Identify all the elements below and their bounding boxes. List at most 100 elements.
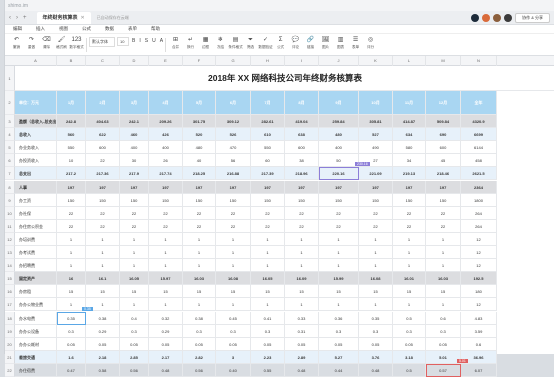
- table-cell[interactable]: 22: [183, 206, 216, 220]
- table-cell[interactable]: 1: [149, 298, 183, 312]
- row-header[interactable]: 5: [5, 141, 15, 155]
- table-cell[interactable]: 16.03: [426, 272, 461, 286]
- table-cell[interactable]: 197: [251, 180, 285, 194]
- table-cell[interactable]: 1: [120, 259, 149, 273]
- table-cell[interactable]: 3.59: [461, 324, 497, 338]
- menu-item[interactable]: 帮助: [151, 26, 160, 32]
- table-cell[interactable]: 264: [461, 206, 497, 220]
- table-cell[interactable]: 550: [251, 141, 285, 155]
- table-cell[interactable]: 0.33: [285, 311, 319, 325]
- table-cell[interactable]: 22: [216, 219, 251, 233]
- image-button[interactable]: 🖼 图片: [318, 36, 333, 50]
- table-cell[interactable]: 0.05: [149, 337, 183, 351]
- table-cell[interactable]: 634: [393, 128, 426, 142]
- formula-button[interactable]: Σ 公式: [273, 36, 288, 50]
- table-cell[interactable]: 520: [183, 128, 216, 142]
- row-header[interactable]: 22: [5, 363, 15, 377]
- avatar[interactable]: [493, 14, 502, 22]
- table-cell[interactable]: 0.3: [393, 324, 426, 338]
- table-cell[interactable]: 0.05: [359, 337, 393, 351]
- table-cell[interactable]: 22: [149, 206, 183, 220]
- table-cell[interactable]: 1: [285, 298, 319, 312]
- table-cell[interactable]: 0.4: [120, 311, 149, 325]
- row-label[interactable]: 办住房公积金: [15, 219, 57, 233]
- row-header[interactable]: 11: [5, 219, 15, 233]
- clear-button[interactable]: ⌫ 清除: [39, 36, 54, 50]
- table-cell[interactable]: 218.96: [285, 167, 319, 181]
- menu-item[interactable]: 数据: [105, 26, 114, 32]
- table-cell[interactable]: 22: [426, 219, 461, 233]
- border-button[interactable]: ▦ 边框: [198, 36, 213, 50]
- table-cell[interactable]: 480: [319, 128, 359, 142]
- table-cell[interactable]: 1: [426, 232, 461, 246]
- row-header[interactable]: 14: [5, 259, 15, 273]
- table-cell[interactable]: 1: [86, 259, 120, 273]
- table-cell[interactable]: 12: [461, 232, 497, 246]
- table-cell[interactable]: 4320.9: [461, 115, 497, 129]
- table-cell[interactable]: 150: [393, 193, 426, 207]
- row-header[interactable]: 8: [5, 180, 15, 194]
- table-cell[interactable]: 2.23: [251, 350, 285, 364]
- table-cell[interactable]: 426: [149, 128, 183, 142]
- row-header[interactable]: 20: [5, 337, 15, 351]
- table-cell[interactable]: 2.18: [86, 350, 120, 364]
- table-cell[interactable]: 0.45: [216, 311, 251, 325]
- table-cell[interactable]: 15: [183, 285, 216, 299]
- table-cell[interactable]: 22: [393, 219, 426, 233]
- table-cell[interactable]: 220.16: [319, 167, 359, 181]
- table-cell[interactable]: 150: [359, 193, 393, 207]
- row-label[interactable]: 办房租: [15, 285, 57, 299]
- back-icon[interactable]: ‹: [9, 15, 11, 21]
- table-cell[interactable]: 0.05: [393, 337, 426, 351]
- table-cell[interactable]: 1: [149, 246, 183, 260]
- row-header[interactable]: 19: [5, 324, 15, 338]
- header-cell[interactable]: 3月: [120, 91, 149, 115]
- table-cell[interactable]: 5.27: [319, 350, 359, 364]
- table-cell[interactable]: 15.97: [149, 272, 183, 286]
- table-cell[interactable]: 15: [359, 285, 393, 299]
- table-cell[interactable]: 1: [393, 259, 426, 273]
- table-cell[interactable]: 3.18: [393, 350, 426, 364]
- table-cell[interactable]: 10: [57, 154, 86, 168]
- table-cell[interactable]: 1: [216, 298, 251, 312]
- table-cell[interactable]: 16.08: [216, 272, 251, 286]
- table-cell[interactable]: 150: [319, 193, 359, 207]
- row-label[interactable]: 办办公耗材: [15, 337, 57, 351]
- table-cell[interactable]: 5.01: [426, 350, 461, 364]
- table-cell[interactable]: 0.05: [183, 337, 216, 351]
- table-cell[interactable]: 1: [216, 232, 251, 246]
- redo-button[interactable]: ↷ 重做: [24, 36, 39, 50]
- table-cell[interactable]: 16.03: [183, 272, 216, 286]
- table-cell[interactable]: 0.3: [216, 324, 251, 338]
- table-cell[interactable]: 600: [426, 141, 461, 155]
- table-cell[interactable]: 150: [251, 193, 285, 207]
- row-header[interactable]: 7: [5, 167, 15, 181]
- table-cell[interactable]: 0.3: [359, 324, 393, 338]
- table-cell[interactable]: 1: [183, 259, 216, 273]
- table-cell[interactable]: 15: [285, 285, 319, 299]
- table-cell[interactable]: 3: [216, 350, 251, 364]
- table-cell[interactable]: 1: [393, 246, 426, 260]
- table-cell[interactable]: 22: [216, 206, 251, 220]
- table-cell[interactable]: 22: [319, 219, 359, 233]
- undo-button[interactable]: ↶ 撤销: [9, 36, 24, 50]
- table-cell[interactable]: 217.2: [57, 167, 86, 181]
- table-cell[interactable]: 509.84: [426, 115, 461, 129]
- row-header[interactable]: 16: [5, 285, 15, 299]
- table-cell[interactable]: 1: [216, 259, 251, 273]
- table-cell[interactable]: 22: [120, 219, 149, 233]
- table-cell[interactable]: 0.48: [285, 363, 319, 377]
- table-cell[interactable]: 0.3: [57, 324, 86, 338]
- table-cell[interactable]: 0.05: [319, 337, 359, 351]
- table-cell[interactable]: 0.56: [183, 363, 216, 377]
- table-cell[interactable]: 0.05: [120, 337, 149, 351]
- row-label[interactable]: 办工资: [15, 193, 57, 207]
- table-cell[interactable]: 560: [57, 128, 86, 142]
- table-cell[interactable]: 0.05: [285, 337, 319, 351]
- table-cell[interactable]: 15: [393, 285, 426, 299]
- header-cell[interactable]: 1月: [57, 91, 86, 115]
- table-cell[interactable]: 0.41: [251, 311, 285, 325]
- table-cell[interactable]: 1: [57, 232, 86, 246]
- table-cell[interactable]: 0.5: [393, 311, 426, 325]
- row-label[interactable]: 办业务收入: [15, 141, 57, 155]
